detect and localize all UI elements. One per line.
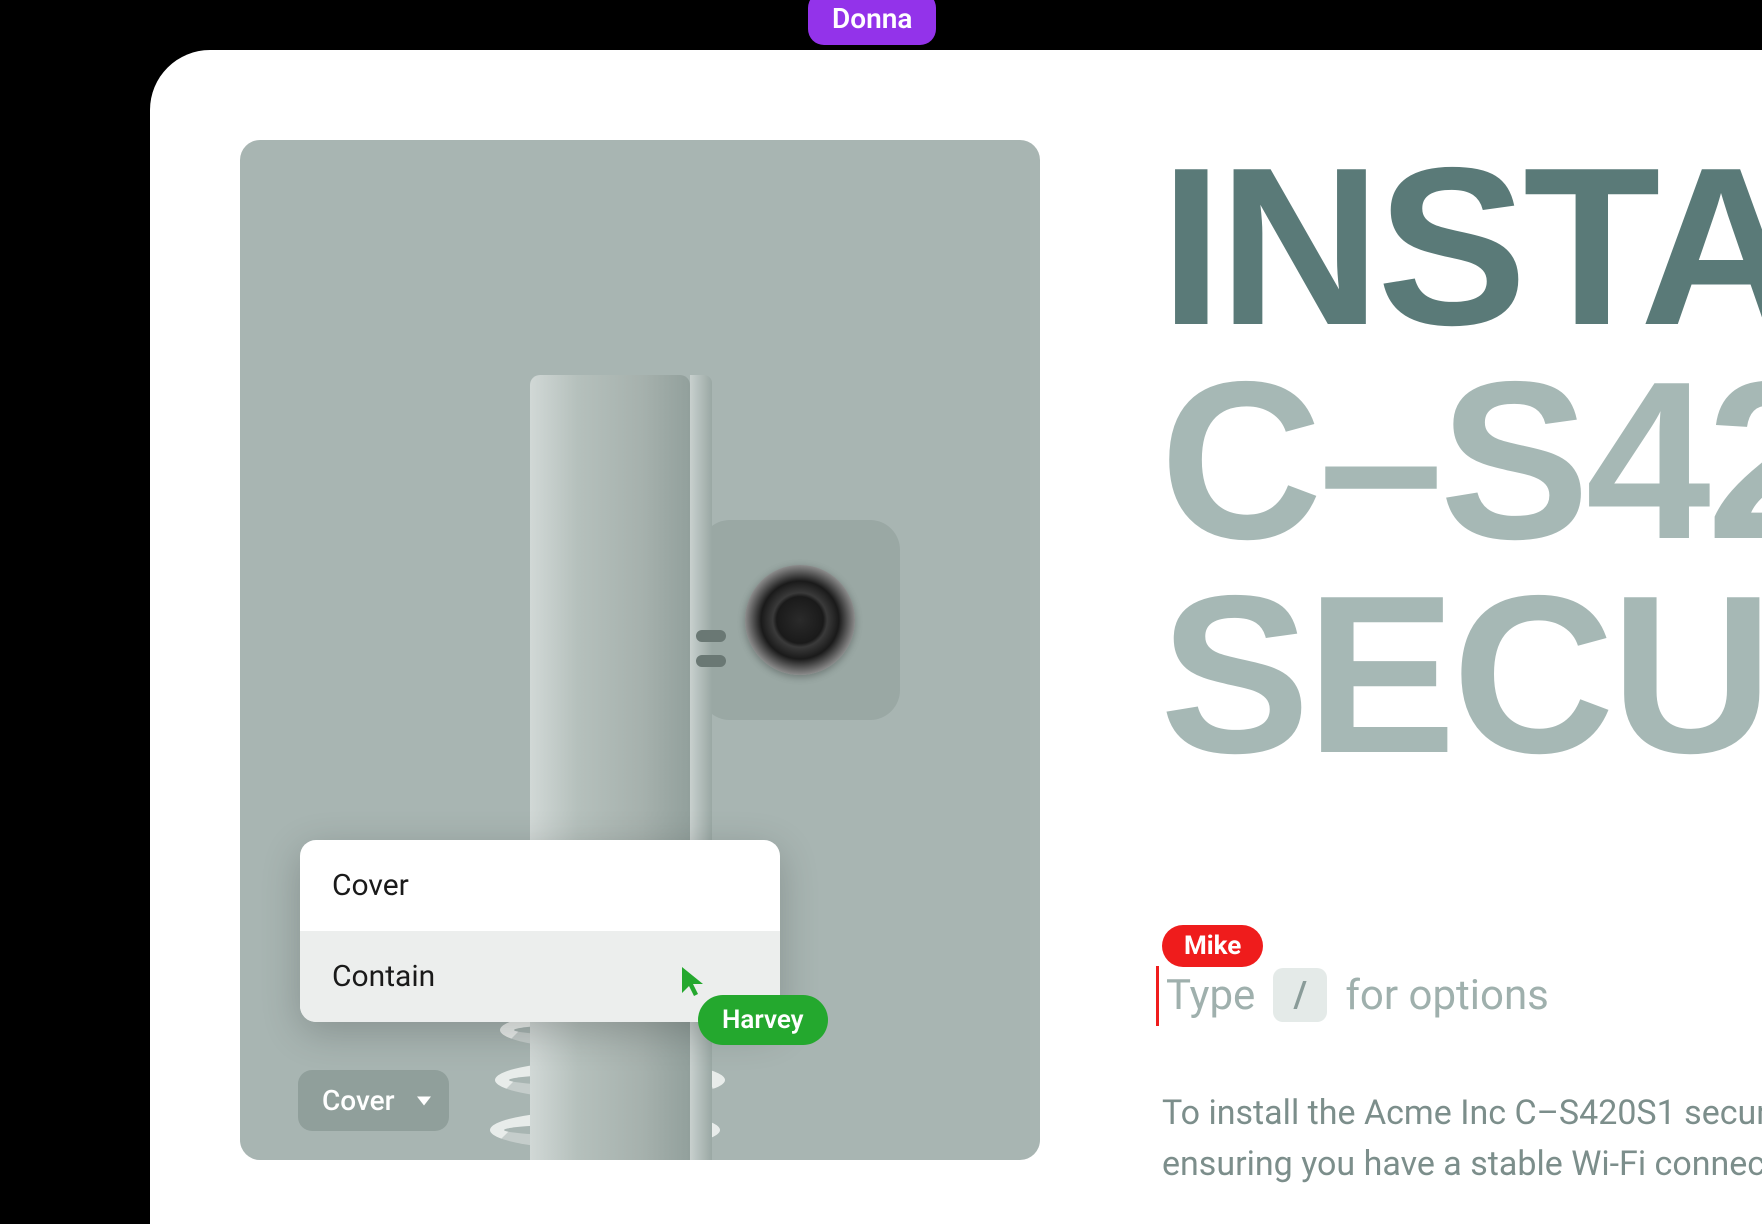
- dropdown-option-cover[interactable]: Cover: [300, 840, 780, 931]
- image-fit-selected-chip[interactable]: Cover: [298, 1070, 449, 1131]
- speaker-slot-icon: [696, 655, 726, 667]
- article-heading: INSTALL C–S420 SECURI: [1160, 140, 1762, 781]
- collaborator-label: Donna: [808, 0, 936, 45]
- article-body[interactable]: To install the Acme Inc C–S420S1 securit…: [1162, 1088, 1762, 1190]
- body-line: ensuring you have a stable Wi-Fi connect…: [1162, 1139, 1762, 1190]
- speaker-slot-icon: [696, 630, 726, 642]
- title-line-3[interactable]: SECURI: [1160, 568, 1762, 782]
- document-canvas: Cover Contain Cover Harvey INSTALL C–S42…: [150, 50, 1762, 1224]
- chip-label: Cover: [322, 1084, 395, 1117]
- title-line-1[interactable]: INSTALL: [1160, 140, 1762, 354]
- device-body-illustration: [530, 375, 690, 1160]
- text-caret: [1156, 966, 1159, 1026]
- slash-command-hint[interactable]: Type / for options: [1166, 968, 1549, 1022]
- collaborator-label-mike: Mike: [1162, 925, 1263, 967]
- collaborator-label: Harvey: [698, 995, 828, 1045]
- camera-module-illustration: [700, 520, 900, 720]
- camera-lens-icon: [745, 565, 855, 675]
- hint-suffix: for options: [1345, 971, 1549, 1020]
- title-line-2[interactable]: C–S420: [1160, 354, 1762, 568]
- slash-key-icon: /: [1273, 968, 1327, 1022]
- cursor-pointer-icon: [680, 965, 706, 997]
- body-line: To install the Acme Inc C–S420S1 securit…: [1162, 1088, 1762, 1139]
- hint-prefix: Type: [1166, 971, 1255, 1020]
- collaborator-cursor-harvey: Harvey: [680, 965, 706, 1001]
- image-fit-dropdown: Cover Contain: [300, 840, 780, 1022]
